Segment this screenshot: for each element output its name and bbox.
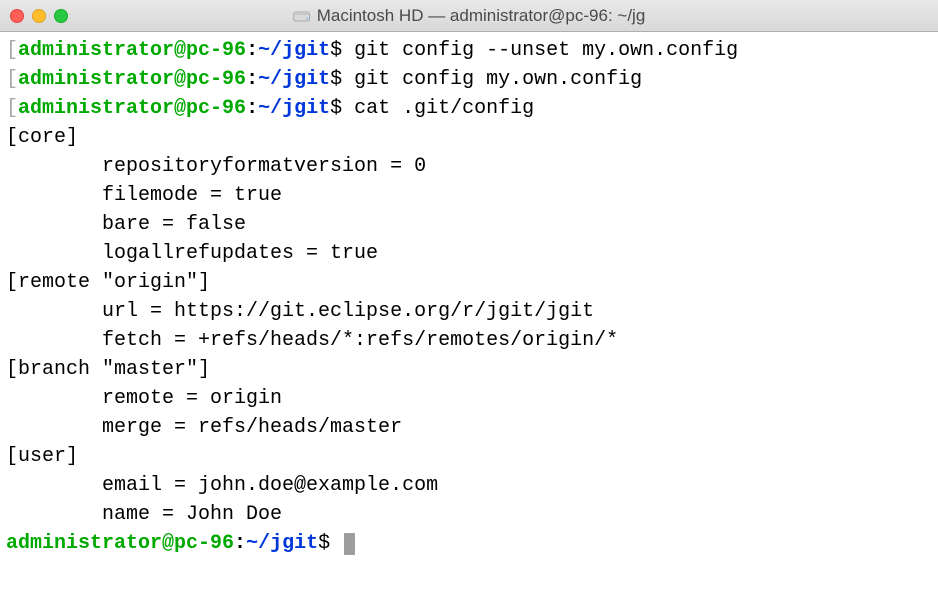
prompt-user-host: administrator@pc-96: [18, 68, 246, 91]
output-line: [core]: [6, 123, 932, 152]
prompt-path: ~/jgit: [258, 68, 330, 91]
prompt-path: ~/jgit: [258, 97, 330, 120]
prompt-path: ~/jgit: [258, 39, 330, 62]
output-line: filemode = true: [6, 181, 932, 210]
terminal-area[interactable]: [administrator@pc-96:~/jgit$ git config …: [0, 32, 938, 610]
output-line: remote = origin: [6, 384, 932, 413]
command-line: [administrator@pc-96:~/jgit$ git config …: [6, 65, 932, 94]
output-line: merge = refs/heads/master: [6, 413, 932, 442]
output-line: [remote "origin"]: [6, 268, 932, 297]
close-button[interactable]: [10, 9, 24, 23]
output-line: email = john.doe@example.com: [6, 471, 932, 500]
output-line: bare = false: [6, 210, 932, 239]
output-line: [branch "master"]: [6, 355, 932, 384]
cursor: [344, 533, 355, 555]
maximize-button[interactable]: [54, 9, 68, 23]
terminal-content: [administrator@pc-96:~/jgit$ git config …: [0, 32, 938, 562]
output-line: [user]: [6, 442, 932, 471]
command-text: git config --unset my.own.config: [354, 39, 738, 62]
current-prompt-line: administrator@pc-96:~/jgit$: [6, 529, 932, 558]
command-text: cat .git/config: [354, 97, 534, 120]
prompt-user-host: administrator@pc-96: [18, 39, 246, 62]
window-title: Macintosh HD — administrator@pc-96: ~/jg: [317, 6, 646, 26]
command-line: [administrator@pc-96:~/jgit$ cat .git/co…: [6, 94, 932, 123]
minimize-button[interactable]: [32, 9, 46, 23]
disk-icon: [293, 7, 311, 25]
output-line: repositoryformatversion = 0: [6, 152, 932, 181]
window-titlebar: Macintosh HD — administrator@pc-96: ~/jg: [0, 0, 938, 32]
prompt-user-host: administrator@pc-96: [18, 97, 246, 120]
prompt-path: ~/jgit: [246, 532, 318, 555]
prompt-user-host: administrator@pc-96: [6, 532, 234, 555]
output-line: url = https://git.eclipse.org/r/jgit/jgi…: [6, 297, 932, 326]
output-line: name = John Doe: [6, 500, 932, 529]
window-title-container: Macintosh HD — administrator@pc-96: ~/jg: [293, 6, 646, 26]
traffic-lights: [10, 9, 68, 23]
output-line: logallrefupdates = true: [6, 239, 932, 268]
command-text: git config my.own.config: [354, 68, 642, 91]
command-line: [administrator@pc-96:~/jgit$ git config …: [6, 36, 932, 65]
output-line: fetch = +refs/heads/*:refs/remotes/origi…: [6, 326, 932, 355]
